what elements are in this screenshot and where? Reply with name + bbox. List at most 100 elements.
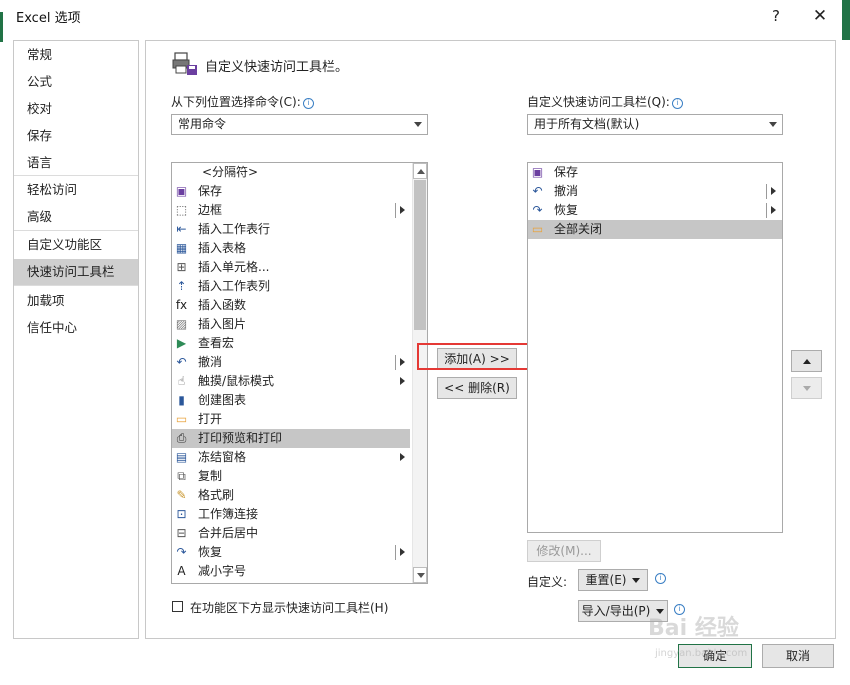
list-item-label: 打开 bbox=[198, 412, 223, 426]
picture-icon: ▨ bbox=[175, 317, 188, 331]
list-item-label: 插入工作表列 bbox=[198, 279, 271, 293]
divider bbox=[395, 355, 396, 370]
quick-access-toolbar-icon bbox=[172, 52, 197, 75]
list-item[interactable]: ▭ 全部关闭 bbox=[528, 220, 782, 239]
customize-qat-dropdown[interactable]: 用于所有文档(默认) bbox=[527, 114, 783, 135]
cancel-button[interactable]: 取消 bbox=[762, 644, 834, 668]
sidebar-item[interactable]: 语言 bbox=[14, 150, 138, 176]
move-up-button[interactable] bbox=[791, 350, 822, 372]
list-item[interactable]: ⌄ bbox=[172, 581, 410, 584]
move-down-button[interactable] bbox=[791, 377, 822, 399]
sidebar-item[interactable]: 校对 bbox=[14, 96, 138, 122]
customizations-label: 自定义: bbox=[527, 575, 568, 589]
chevron-right-icon bbox=[400, 358, 405, 366]
list-item[interactable]: ↷ 恢复 bbox=[172, 543, 410, 562]
list-item[interactable]: ▮ 创建图表 bbox=[172, 391, 410, 410]
title-bar bbox=[0, 0, 850, 32]
reset-button[interactable]: 重置(E) bbox=[578, 569, 648, 591]
decrease-font-icon: A bbox=[177, 564, 186, 578]
chevron-right-icon bbox=[400, 453, 405, 461]
sidebar-divider bbox=[14, 230, 138, 231]
list-item[interactable]: fx 插入函数 bbox=[172, 296, 410, 315]
list-item-label: 恢复 bbox=[554, 203, 579, 217]
list-item[interactable]: ▤ 冻结窗格 bbox=[172, 448, 410, 467]
sidebar-divider bbox=[14, 175, 138, 176]
chevron-right-icon bbox=[400, 206, 405, 214]
divider bbox=[766, 203, 767, 218]
watermark: Bai 经验 bbox=[648, 616, 739, 641]
list-item-label: <分隔符> bbox=[202, 165, 259, 179]
redo-icon: ↷ bbox=[176, 545, 187, 559]
sidebar-item[interactable]: 高级 bbox=[14, 204, 138, 230]
list-item[interactable]: ↶ 撤消 bbox=[172, 353, 410, 372]
sidebar-item[interactable]: 轻松访问 bbox=[14, 177, 138, 203]
list-item-label: 格式刷 bbox=[198, 488, 235, 502]
close-button[interactable]: ✕ bbox=[806, 4, 834, 28]
list-item[interactable]: ↷ 恢复 bbox=[528, 201, 782, 220]
sidebar-item[interactable]: 快速访问工具栏 bbox=[14, 259, 138, 285]
sidebar-item[interactable]: 公式 bbox=[14, 69, 138, 95]
divider bbox=[395, 545, 396, 560]
show-below-ribbon-label: 在功能区下方显示快速访问工具栏(H) bbox=[190, 601, 389, 615]
section-heading: 自定义快速访问工具栏。 bbox=[205, 60, 349, 75]
info-icon: i bbox=[302, 98, 314, 109]
scrollbar-thumb[interactable] bbox=[414, 180, 426, 330]
list-item-label: 撤消 bbox=[198, 355, 223, 369]
list-item[interactable]: ▣ 保存 bbox=[172, 182, 410, 201]
background-window-edge bbox=[0, 12, 3, 42]
list-item[interactable]: A 减小字号 bbox=[172, 562, 410, 581]
list-item[interactable]: ↶ 撤消 bbox=[528, 182, 782, 201]
remove-button[interactable]: << 删除(R) bbox=[437, 377, 517, 399]
list-item[interactable]: ⧉ 复制 bbox=[172, 467, 410, 486]
sidebar-item[interactable]: 自定义功能区 bbox=[14, 232, 138, 258]
info-icon: i bbox=[655, 573, 666, 584]
modify-button[interactable]: 修改(M)... bbox=[527, 540, 601, 562]
qat-listbox[interactable]: ▣ 保存 ↶ 撤消 ↷ 恢复 ▭ 全部关闭 bbox=[527, 162, 783, 533]
show-below-ribbon-checkbox[interactable] bbox=[172, 601, 183, 612]
insert-row-icon: ⇤ bbox=[176, 222, 187, 236]
list-item[interactable]: ▭ 打开 bbox=[172, 410, 410, 429]
list-item-label: 复制 bbox=[198, 469, 223, 483]
list-item[interactable]: ⊡ 工作簿连接 bbox=[172, 505, 410, 524]
save-icon: ▣ bbox=[531, 165, 544, 179]
choose-commands-dropdown[interactable]: 常用命令 bbox=[171, 114, 428, 135]
chevron-up-icon bbox=[417, 169, 425, 174]
touch-mode-icon: ☝ bbox=[177, 374, 186, 388]
list-item[interactable]: ☝ 触摸/鼠标模式 bbox=[172, 372, 410, 391]
commands-scrollbar[interactable] bbox=[412, 163, 427, 583]
list-item[interactable]: ✎ 格式刷 bbox=[172, 486, 410, 505]
help-button[interactable]: ? bbox=[766, 4, 786, 28]
list-item[interactable]: ▦ 插入表格 bbox=[172, 239, 410, 258]
list-item-label: 触摸/鼠标模式 bbox=[198, 374, 275, 388]
list-item-label: 插入函数 bbox=[198, 298, 247, 312]
list-item-label: 插入工作表行 bbox=[198, 222, 271, 236]
copy-icon: ⧉ bbox=[177, 469, 186, 483]
borders-icon: ⬚ bbox=[175, 203, 188, 217]
dialog-title: Excel 选项 bbox=[16, 11, 81, 26]
list-item[interactable]: ⎙ 打印预览和打印 bbox=[172, 429, 410, 448]
sidebar-item[interactable]: 加载项 bbox=[14, 288, 138, 314]
list-item-label: 工作簿连接 bbox=[198, 507, 259, 521]
list-item[interactable]: ▣ 保存 bbox=[528, 163, 782, 182]
list-item-label: 插入图片 bbox=[198, 317, 247, 331]
list-item[interactable]: ▶ 查看宏 bbox=[172, 334, 410, 353]
list-item-label: 打印预览和打印 bbox=[198, 431, 283, 445]
list-item[interactable]: <分隔符> bbox=[172, 163, 410, 182]
list-item[interactable]: ▨ 插入图片 bbox=[172, 315, 410, 334]
folder-icon: ▭ bbox=[531, 222, 544, 236]
commands-listbox[interactable]: <分隔符> ▣ 保存 ⬚ 边框 ⇤ 插入工作表行 ▦ 插入表格 ⊞ 插入单元格... ⇡ 插入工作表列 f… bbox=[171, 162, 428, 584]
customize-qat-label: 自定义快速访问工具栏(Q): i bbox=[527, 93, 683, 110]
partial-icon: ⌄ bbox=[174, 583, 189, 584]
list-item[interactable]: ⇡ 插入工作表列 bbox=[172, 277, 410, 296]
background-window-edge-right bbox=[842, 0, 850, 40]
chevron-right-icon bbox=[400, 548, 405, 556]
scroll-up-button[interactable] bbox=[413, 163, 427, 179]
list-item[interactable]: ⬚ 边框 bbox=[172, 201, 410, 220]
sidebar-item[interactable]: 常规 bbox=[14, 42, 138, 68]
sidebar-item[interactable]: 保存 bbox=[14, 123, 138, 149]
list-item[interactable]: ⇤ 插入工作表行 bbox=[172, 220, 410, 239]
list-item[interactable]: ⊞ 插入单元格... bbox=[172, 258, 410, 277]
sidebar-item[interactable]: 信任中心 bbox=[14, 315, 138, 341]
scroll-down-button[interactable] bbox=[413, 567, 427, 583]
list-item[interactable]: ⊟ 合并后居中 bbox=[172, 524, 410, 543]
